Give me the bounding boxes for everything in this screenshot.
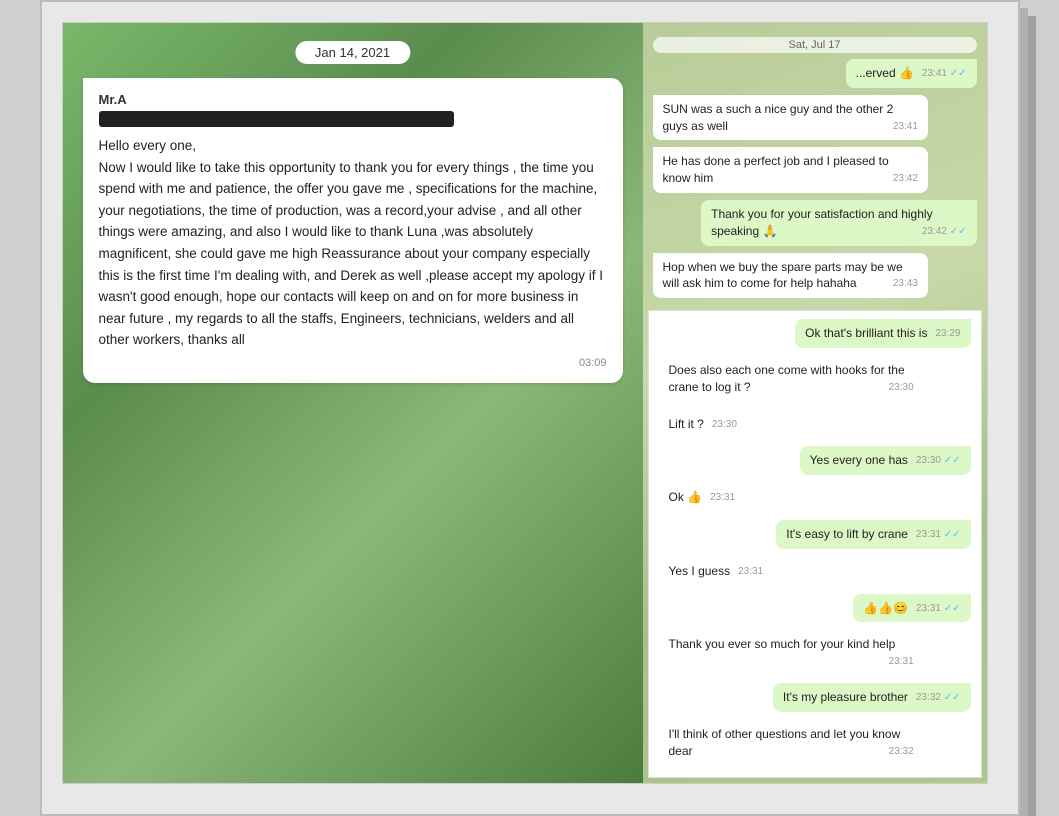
msg-bubble: Yes I guess 23:31 xyxy=(659,557,774,586)
msg-bubble: ...erved 👍 23:41 xyxy=(846,59,977,88)
msg-bubble: He has done a perfect job and I pleased … xyxy=(653,147,928,193)
redacted-bar xyxy=(99,111,455,127)
msg-row: It's easy to lift by crane 23:31 xyxy=(659,520,971,549)
msg-time: 23:32 xyxy=(889,745,914,759)
msg-bubble: Ok that's brilliant this is 23:29 xyxy=(795,319,970,348)
msg-time: 23:32 xyxy=(916,691,961,705)
msg-time: 23:41 xyxy=(893,120,918,134)
msg-bubble: SUN was a such a nice guy and the other … xyxy=(653,95,928,141)
msg-bubble: Yes every one has 23:30 xyxy=(800,446,971,475)
msg-row: Ok 👍 23:31 xyxy=(659,483,971,512)
msg-row: SUN was a such a nice guy and the other … xyxy=(653,95,977,141)
msg-row: It's my pleasure brother 23:32 xyxy=(659,683,971,712)
msg-row: ...erved 👍 23:41 xyxy=(653,59,977,88)
sender-name: Mr.A xyxy=(99,92,607,107)
main-chat-bubble: Mr.A Hello every one, Now I would like t… xyxy=(83,78,623,383)
top-messages: ...erved 👍 23:41 SUN was a such a nice g… xyxy=(653,59,977,300)
msg-bubble: Lift it ? 23:30 xyxy=(659,410,747,439)
msg-bubble: Ok 👍 23:31 xyxy=(659,483,746,512)
msg-time: 23:29 xyxy=(935,327,960,341)
msg-row: Thank you for your satisfaction and high… xyxy=(653,200,977,246)
message-time: 03:09 xyxy=(99,357,607,369)
msg-row: Does also each one come with hooks for t… xyxy=(659,356,971,402)
msg-bubble: It's my pleasure brother 23:32 xyxy=(773,683,971,712)
date-badge: Jan 14, 2021 xyxy=(295,41,410,64)
msg-row: 👍👍😊 23:31 xyxy=(659,594,971,623)
top-date-badge: Sat, Jul 17 xyxy=(653,37,977,53)
msg-row: He has done a perfect job and I pleased … xyxy=(653,147,977,193)
left-panel: Jan 14, 2021 Mr.A Hello every one, Now I… xyxy=(63,23,643,783)
msg-time: 23:42 xyxy=(922,225,967,239)
msg-bubble: It's easy to lift by crane 23:31 xyxy=(776,520,970,549)
msg-bubble: Thank you ever so much for your kind hel… xyxy=(659,630,924,675)
msg-time: 23:31 xyxy=(889,655,914,669)
msg-row: I'll think of other questions and let yo… xyxy=(659,720,971,766)
msg-time: 23:30 xyxy=(712,418,737,432)
msg-bubble: 👍👍😊 23:31 xyxy=(853,594,970,623)
right-panel: Sat, Jul 17 ...erved 👍 23:41 SUN was a s… xyxy=(643,23,987,783)
outer-frame: Jan 14, 2021 Mr.A Hello every one, Now I… xyxy=(40,0,1020,816)
msg-time: 23:31 xyxy=(710,491,735,505)
msg-time: 23:42 xyxy=(893,172,918,186)
message-text: Hello every one, Now I would like to tak… xyxy=(99,135,607,351)
msg-bubble: I'll think of other questions and let yo… xyxy=(659,720,924,766)
msg-time: 23:30 xyxy=(916,454,961,468)
msg-time: 23:43 xyxy=(893,277,918,291)
msg-row: Hop when we buy the spare parts may be w… xyxy=(653,253,977,299)
bottom-messages: Ok that's brilliant this is 23:29 Does a… xyxy=(649,311,981,775)
msg-bubble: Does also each one come with hooks for t… xyxy=(659,356,924,402)
msg-row: Lift it ? 23:30 xyxy=(659,410,971,439)
msg-time: 23:41 xyxy=(922,67,967,81)
msg-bubble: Thank you for your satisfaction and high… xyxy=(701,200,976,246)
msg-bubble: Hop when we buy the spare parts may be w… xyxy=(653,253,928,299)
msg-time: 23:30 xyxy=(889,381,914,395)
msg-row: Yes every one has 23:30 xyxy=(659,446,971,475)
msg-row: Yes I guess 23:31 xyxy=(659,557,971,586)
msg-row: Thank you ever so much for your kind hel… xyxy=(659,630,971,675)
right-bottom-section: Ok that's brilliant this is 23:29 Does a… xyxy=(648,310,982,778)
msg-time: 23:31 xyxy=(916,528,961,542)
right-top-section: Sat, Jul 17 ...erved 👍 23:41 SUN was a s… xyxy=(643,23,987,305)
msg-time: 23:31 xyxy=(916,602,961,616)
inner-container: Jan 14, 2021 Mr.A Hello every one, Now I… xyxy=(62,22,988,784)
msg-time: 23:31 xyxy=(738,565,763,579)
msg-row: Ok that's brilliant this is 23:29 xyxy=(659,319,971,348)
